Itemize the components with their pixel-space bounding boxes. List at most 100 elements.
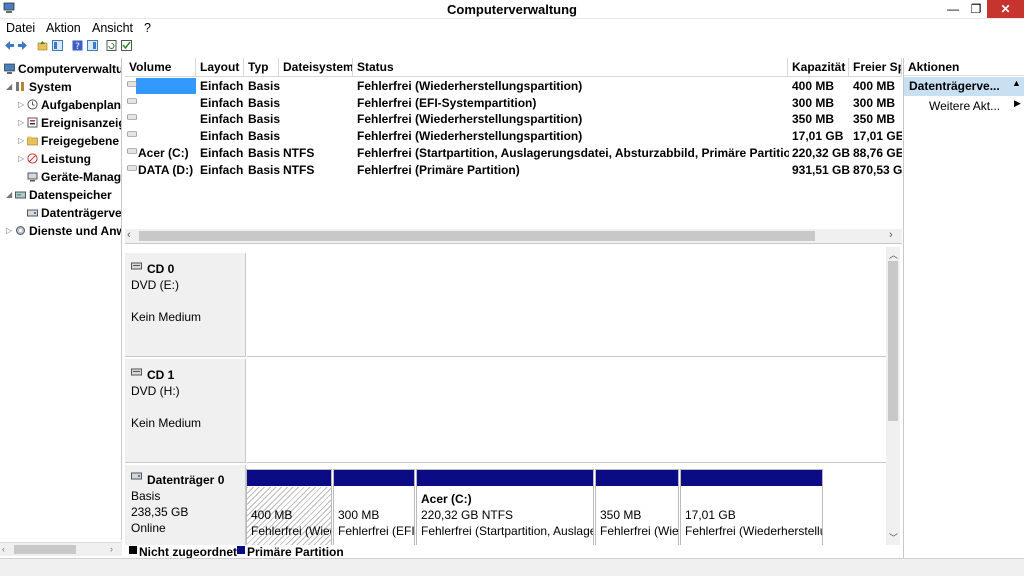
close-button[interactable]: ✕ [987,0,1024,18]
tree-item-datenspeicher[interactable]: Datenspeicher [15,186,112,204]
table-cell: Basis [248,112,281,127]
disk-info-disk0[interactable]: Datenträger 0 Basis 238,35 GB Online [125,465,246,545]
table-cell[interactable] [138,78,196,95]
scroll-right-icon[interactable]: › [110,544,113,554]
disk-state: Online [131,521,166,535]
collapse-arrow-icon[interactable]: ▲ [1012,78,1021,88]
show-hide-action-icon[interactable] [87,40,98,51]
column-layout[interactable]: Layout [196,58,244,77]
scroll-left-icon[interactable]: ‹ [2,544,5,554]
tree-item-system[interactable]: System [15,78,72,96]
tree-item-leistung[interactable]: Leistung [27,150,91,168]
disk-info-cd1[interactable]: CD 1 DVD (H:) Kein Medium [125,359,246,463]
collapse-arrow-icon[interactable]: ◢ [6,82,12,91]
tree-item-geraete-manager[interactable]: Geräte-Manag [27,168,121,186]
scroll-right-icon[interactable]: › [889,229,893,241]
console-tree-icon[interactable] [52,40,63,51]
expand-arrow-icon[interactable]: ▷ [18,100,24,109]
table-cell: NTFS [283,162,315,177]
table-cell: 300 MB [792,95,835,110]
help-icon[interactable]: ? [72,40,83,51]
legend-swatch-primary [237,546,245,554]
tree-item-aufgabenplanung[interactable]: Aufgabenplan [27,96,121,114]
disk0-partitions: 400 MB Fehlerfrei (Wiec 300 MB Fehlerfre… [246,469,823,545]
partition-recovery-2[interactable]: 350 MB Fehlerfrei (Wiec [595,469,679,545]
table-cell[interactable] [138,128,196,145]
table-cell: Einfach [200,112,244,127]
tree-label: Datenspeicher [29,188,112,202]
clock-icon [27,99,38,110]
menu-help[interactable]: ? [144,21,151,35]
disk-size: 238,35 GB [131,505,189,519]
forward-arrow-icon[interactable] [17,40,28,51]
menu-datei[interactable]: Datei [6,21,35,35]
column-status[interactable]: Status [353,58,788,77]
legend: Nicht zugeordnet Primäre Partition [125,546,902,558]
expand-arrow-icon[interactable]: ▷ [6,226,12,235]
maximize-button[interactable]: ❐ [966,0,986,18]
table-cell: Fehlerfrei (Wiederherstellungspartition) [357,79,583,93]
table-cell[interactable] [138,95,196,112]
table-cell: NTFS [283,145,315,160]
expand-arrow-icon[interactable]: ▷ [18,136,24,145]
tree-item-ereignisanzeige[interactable]: Ereignisanzeig [27,114,121,132]
menu-aktion[interactable]: Aktion [46,21,81,35]
legend-label-unallocated: Nicht zugeordnet [139,546,237,558]
tree-label: Computerverwaltu [18,62,122,76]
partition-efi[interactable]: 300 MB Fehlerfrei (EFI- [333,469,415,545]
column-dateisystem[interactable]: Dateisystem [279,58,353,77]
partition-status: Fehlerfrei (Wiec [251,524,331,538]
table-cell[interactable] [138,111,196,128]
partition-recovery-3[interactable]: 17,01 GB Fehlerfrei (Wiederherstellu [680,469,823,545]
column-typ[interactable]: Typ [244,58,279,77]
tree-item-dienste[interactable]: Dienste und Anw [15,222,121,240]
actions-section-datentraegerverwaltung[interactable]: Datenträgerve... [904,77,1024,96]
partition-body: Acer (C:) 220,32 GB NTFS Fehlerfrei (Sta… [417,487,593,545]
event-viewer-icon [27,117,38,128]
column-volume[interactable]: Volume [125,58,196,77]
tree-item-datentraegerverwaltung[interactable]: Datenträgerve [27,204,121,222]
chevron-right-icon[interactable]: ▶ [1014,98,1021,109]
shared-folder-icon [27,136,38,146]
column-freier-speicher[interactable]: Freier Sp [849,58,902,77]
disk-info-cd0[interactable]: CD 0 DVD (E:) Kein Medium [125,253,246,357]
table-cell: Fehlerfrei (Startpartition, Auslagerungs… [357,145,789,160]
scroll-thumb[interactable] [14,545,76,554]
table-cell[interactable]: DATA (D:) [138,162,196,179]
disk-graph-cd1[interactable] [247,359,887,463]
volume-list-horizontal-scrollbar[interactable]: ‹ › [125,229,902,243]
tree-horizontal-scrollbar[interactable]: ‹ › [0,542,122,556]
scroll-up-icon[interactable]: ︿ [889,248,898,261]
table-cell[interactable]: Acer (C:) [138,145,196,162]
disk-management-icon [27,209,38,217]
refresh-icon[interactable] [106,40,117,51]
disk-view-vertical-scrollbar[interactable]: ︿ ﹀ [886,247,900,545]
expand-arrow-icon[interactable]: ▷ [18,118,24,127]
partition-size: 350 MB [600,508,642,522]
back-arrow-icon[interactable] [4,40,15,51]
collapse-arrow-icon[interactable]: ◢ [6,190,12,199]
partition-acer-c[interactable]: Acer (C:) 220,32 GB NTFS Fehlerfrei (Sta… [416,469,594,545]
scroll-thumb[interactable] [139,231,815,241]
expand-arrow-icon[interactable]: ▷ [18,154,24,163]
minimize-button[interactable]: — [940,0,966,18]
table-cell [283,95,355,112]
partition-size: 17,01 GB [685,508,736,522]
partition-status: Fehlerfrei (Wiec [600,524,678,538]
disk-graph-cd0[interactable] [247,253,887,357]
up-folder-icon[interactable] [37,40,48,51]
scroll-down-icon[interactable]: ﹀ [889,531,898,544]
disk-media: Kein Medium [131,416,202,430]
properties-icon[interactable] [121,40,132,51]
legend-label-primary: Primäre Partition [247,546,344,558]
table-cell: Basis [248,95,281,110]
tree-item-computerverwaltung[interactable]: Computerverwaltu [4,60,122,78]
more-actions-link[interactable]: Weitere Akt... [929,97,1000,115]
scroll-left-icon[interactable]: ‹ [127,229,131,241]
menu-ansicht[interactable]: Ansicht [92,21,133,35]
column-kapazitaet[interactable]: Kapazität [788,58,849,77]
scroll-thumb[interactable] [888,261,898,421]
partition-recovery-1[interactable]: 400 MB Fehlerfrei (Wiec [246,469,332,545]
tree-item-freigegebene-ordner[interactable]: Freigegebene ( [27,132,121,150]
table-cell [283,128,355,145]
